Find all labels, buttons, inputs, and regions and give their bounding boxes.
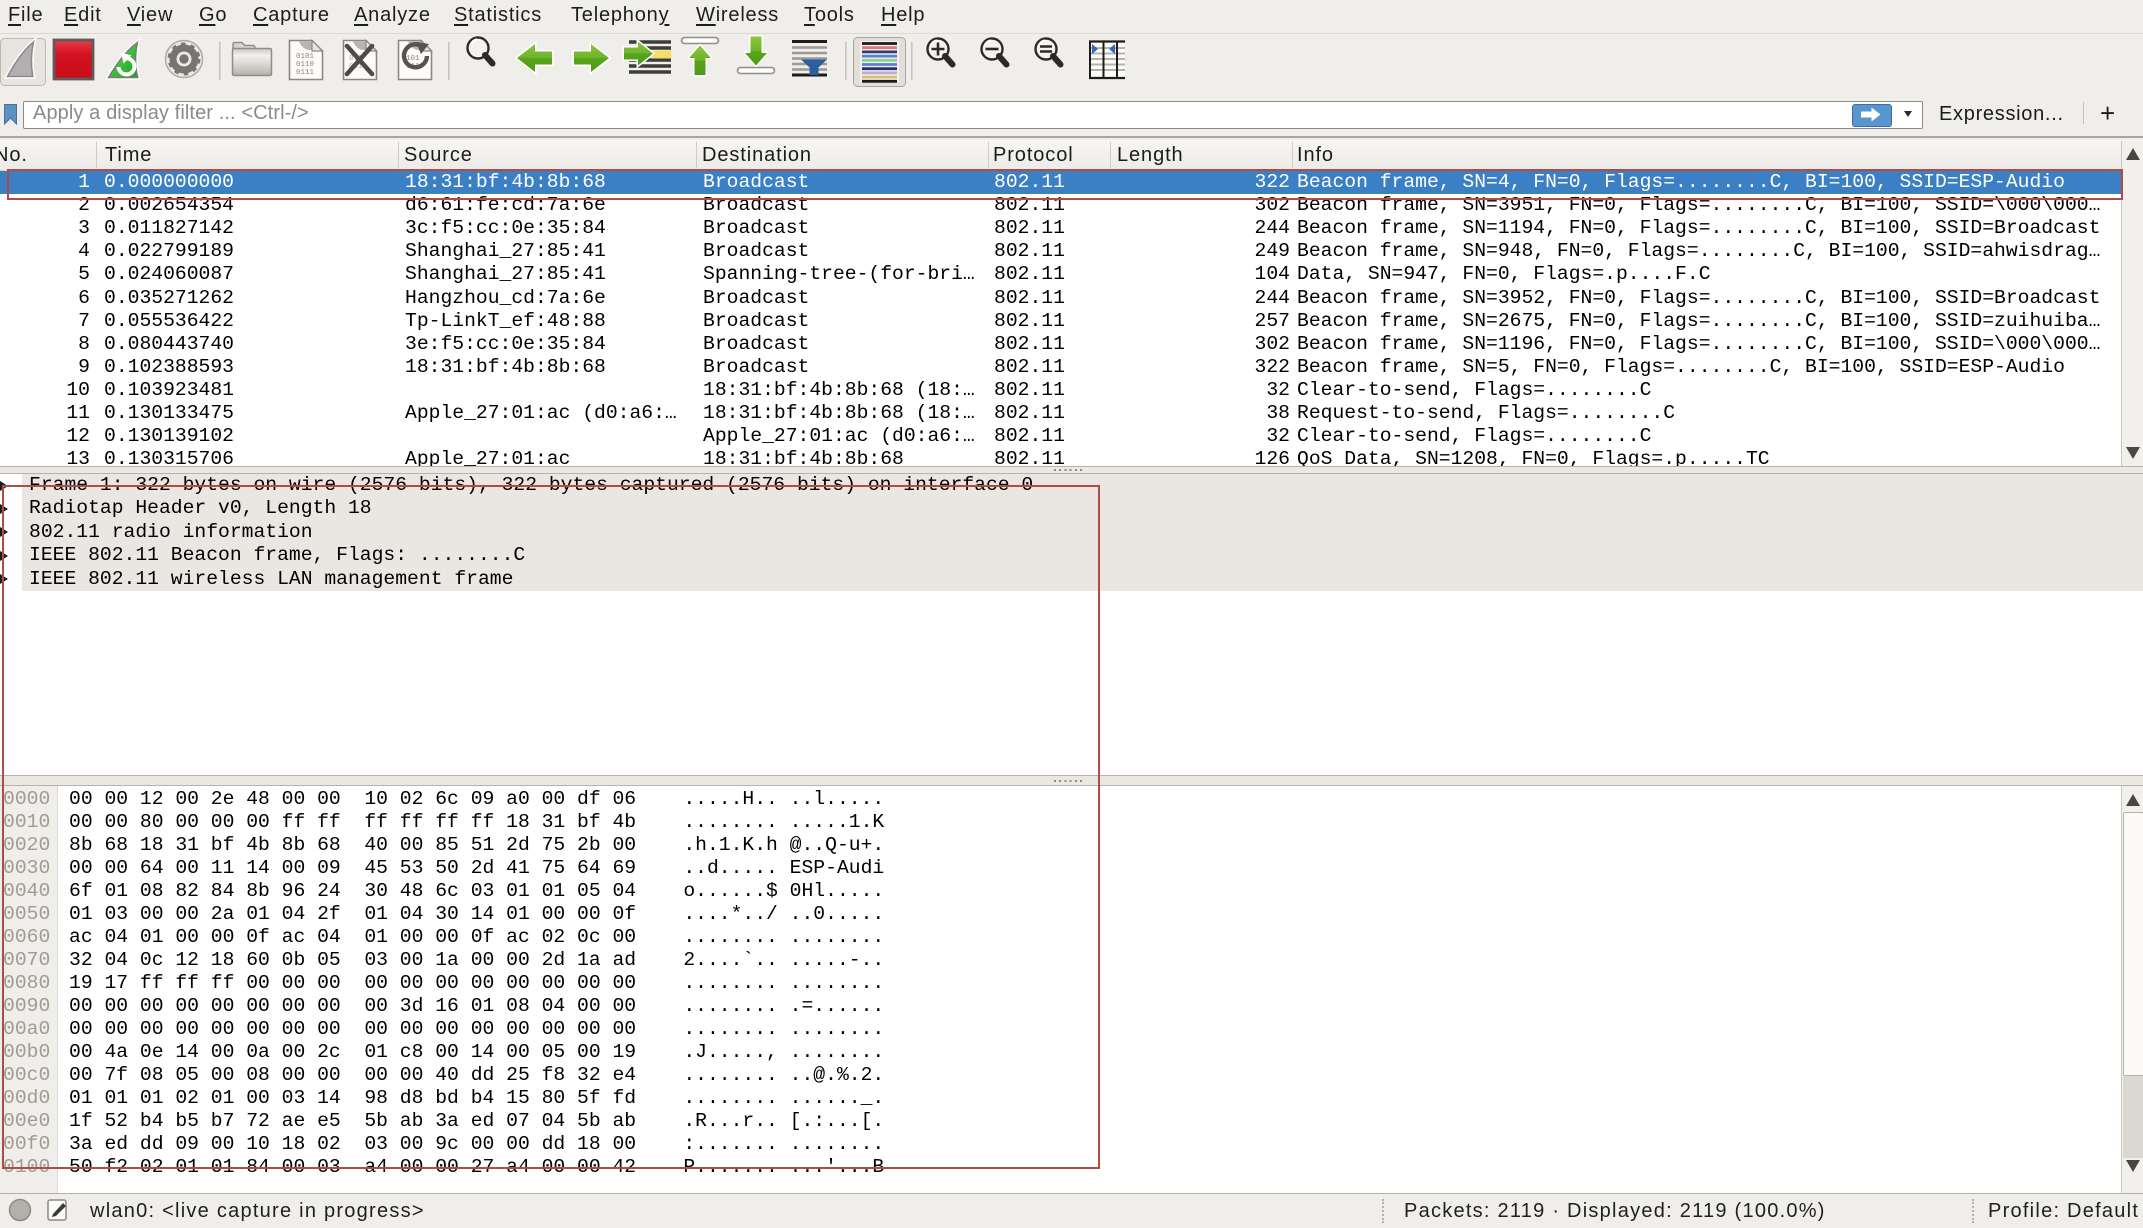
- svg-text:0101: 0101: [296, 53, 315, 61]
- svg-text:0111: 0111: [296, 69, 315, 77]
- svg-text:0110: 0110: [296, 61, 315, 69]
